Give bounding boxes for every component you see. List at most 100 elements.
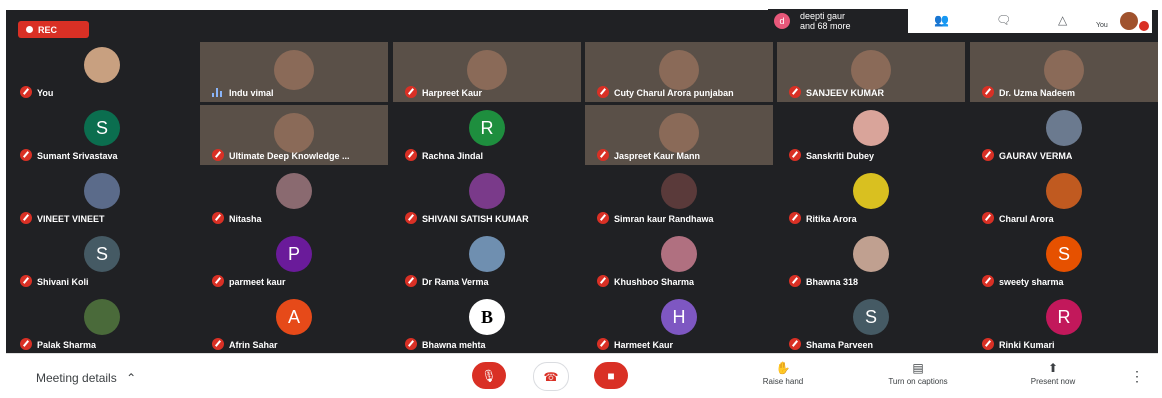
mic-muted-icon xyxy=(982,275,994,287)
mic-muted-icon xyxy=(789,149,801,161)
mic-muted-icon xyxy=(20,149,32,161)
more-options-icon[interactable]: ⋮ xyxy=(1130,368,1144,385)
participant-avatar: H xyxy=(661,299,697,335)
participant-name: Nitasha xyxy=(229,214,262,224)
participant-tile[interactable]: S Shivani Koli xyxy=(8,231,196,291)
participant-avatar xyxy=(469,173,505,209)
participant-initial-avatar: d xyxy=(774,13,790,29)
participant-name: Simran kaur Randhawa xyxy=(614,214,714,224)
participant-tile[interactable]: GAURAV VERMA xyxy=(970,105,1158,165)
participant-avatar: S xyxy=(1046,236,1082,272)
participant-name: Sanskriti Dubey xyxy=(806,151,875,161)
mic-muted-icon xyxy=(982,212,994,224)
self-avatar[interactable] xyxy=(1120,12,1138,30)
mic-muted-icon xyxy=(20,212,32,224)
participant-tile[interactable]: Simran kaur Randhawa xyxy=(585,168,773,228)
meeting-details-button[interactable]: Meeting details ⌃ xyxy=(36,371,136,385)
participant-avatar xyxy=(853,173,889,209)
top-bar: d deepti gaur and 68 more 👥 🗨 △ You xyxy=(768,9,1152,33)
mic-muted-icon xyxy=(789,338,801,350)
participant-name: Ritika Arora xyxy=(806,214,857,224)
chat-icon[interactable]: 🗨 xyxy=(996,13,1011,27)
participant-tile[interactable]: Palak Sharma xyxy=(8,294,196,353)
participant-tile[interactable]: Pparmeet kaur xyxy=(200,231,388,291)
participant-avatar xyxy=(469,236,505,272)
participant-name: SANJEEV KUMAR xyxy=(806,88,885,98)
participant-tile[interactable]: A Afrin Sahar xyxy=(200,294,388,353)
participant-tile[interactable]: Khushboo Sharma xyxy=(585,231,773,291)
participant-tile[interactable]: VINEET VINEET xyxy=(8,168,196,228)
participant-avatar: S xyxy=(84,236,120,272)
participant-tile[interactable]: Jaspreet Kaur Mann xyxy=(585,105,773,165)
participant-avatar xyxy=(276,173,312,209)
participant-name: You xyxy=(37,88,54,98)
participant-name: SHIVANI SATISH KUMAR xyxy=(422,214,529,224)
video-feed xyxy=(467,50,507,90)
participant-tile[interactable]: S Sumant Srivastava xyxy=(8,105,196,165)
participant-name: Harpreet Kaur xyxy=(422,88,483,98)
participant-name: Rachna Jindal xyxy=(422,151,484,161)
participant-name: Palak Sharma xyxy=(37,340,97,350)
participant-tile[interactable]: Ultimate Deep Knowledge ... xyxy=(200,105,388,165)
participant-avatar: S xyxy=(84,110,120,146)
meeting-details-label: Meeting details xyxy=(36,371,117,385)
participant-tile[interactable]: Nitasha xyxy=(200,168,388,228)
participant-tile[interactable]: Cuty Charul Arora punjaban xyxy=(585,42,773,102)
recording-badge: REC xyxy=(18,21,89,38)
participant-tile[interactable]: S Shama Parveen xyxy=(777,294,965,353)
participant-tile[interactable]: You xyxy=(8,42,196,102)
video-feed xyxy=(274,50,314,90)
people-icon[interactable]: 👥 xyxy=(934,13,949,27)
participant-tile[interactable]: Sanskriti Dubey xyxy=(777,105,965,165)
activities-icon[interactable]: △ xyxy=(1058,13,1067,27)
participant-name: Cuty Charul Arora punjaban xyxy=(614,88,734,98)
participant-avatar: B xyxy=(469,299,505,335)
participant-tile[interactable]: Dr. Uzma Nadeem xyxy=(970,42,1158,102)
mic-muted-icon xyxy=(405,338,417,350)
leave-call-button[interactable]: ☎ xyxy=(533,362,569,391)
mic-muted-icon xyxy=(789,275,801,287)
participant-avatar xyxy=(84,47,120,83)
participant-tile[interactable]: R Rinki Kumari xyxy=(970,294,1158,353)
participant-tile[interactable]: R Rachna Jindal xyxy=(393,105,581,165)
mic-muted-icon xyxy=(405,149,417,161)
participant-tile[interactable]: Bhawna 318 xyxy=(777,231,965,291)
you-label: You xyxy=(1096,22,1108,29)
present-now-button[interactable]: ⬆ Present now xyxy=(1018,361,1088,386)
recording-label: REC xyxy=(38,24,58,35)
participant-tile[interactable]: Ssweety sharma xyxy=(970,231,1158,291)
participant-tile[interactable]: SHIVANI SATISH KUMAR xyxy=(393,168,581,228)
video-feed xyxy=(851,50,891,90)
participant-tile[interactable]: Ritika Arora xyxy=(777,168,965,228)
participant-summary-text: deepti gaur and 68 more xyxy=(800,11,851,31)
participant-tile[interactable]: Dr Rama Verma xyxy=(393,231,581,291)
participant-name: VINEET VINEET xyxy=(37,214,105,224)
participant-tile[interactable]: SANJEEV KUMAR xyxy=(777,42,965,102)
mic-muted-icon xyxy=(982,149,994,161)
participant-tile[interactable]: Charul Arora xyxy=(970,168,1158,228)
mic-muted-icon xyxy=(405,275,417,287)
participant-avatar xyxy=(1046,173,1082,209)
participant-tile[interactable]: H Harmeet Kaur xyxy=(585,294,773,353)
mic-muted-icon xyxy=(982,86,994,98)
mic-off-button[interactable]: 🎙 xyxy=(472,362,506,389)
raise-hand-button[interactable]: ✋ Raise hand xyxy=(758,361,808,386)
mic-muted-icon xyxy=(405,212,417,224)
meeting-stage: REC You Indu vimal Harpreet Kaur Cuty Charu… xyxy=(6,10,1158,353)
phone-hangup-icon: ☎ xyxy=(543,369,559,384)
captions-button[interactable]: ▤ Turn on captions xyxy=(870,361,966,386)
mic-muted-icon xyxy=(20,275,32,287)
mic-muted-icon xyxy=(405,86,417,98)
participant-tile[interactable]: Indu vimal xyxy=(200,42,388,102)
participant-avatar xyxy=(661,173,697,209)
participant-avatar: R xyxy=(1046,299,1082,335)
participant-tile[interactable]: Harpreet Kaur xyxy=(393,42,581,102)
participant-name: Shivani Koli xyxy=(37,277,89,287)
video-feed xyxy=(274,113,314,153)
mic-muted-icon xyxy=(212,275,224,287)
camera-off-icon: ■ xyxy=(607,368,615,383)
participant-avatar xyxy=(661,236,697,272)
participant-tile[interactable]: B Bhawna mehta xyxy=(393,294,581,353)
camera-off-button[interactable]: ■ xyxy=(594,362,628,389)
participant-summary[interactable]: d deepti gaur and 68 more xyxy=(768,9,908,33)
